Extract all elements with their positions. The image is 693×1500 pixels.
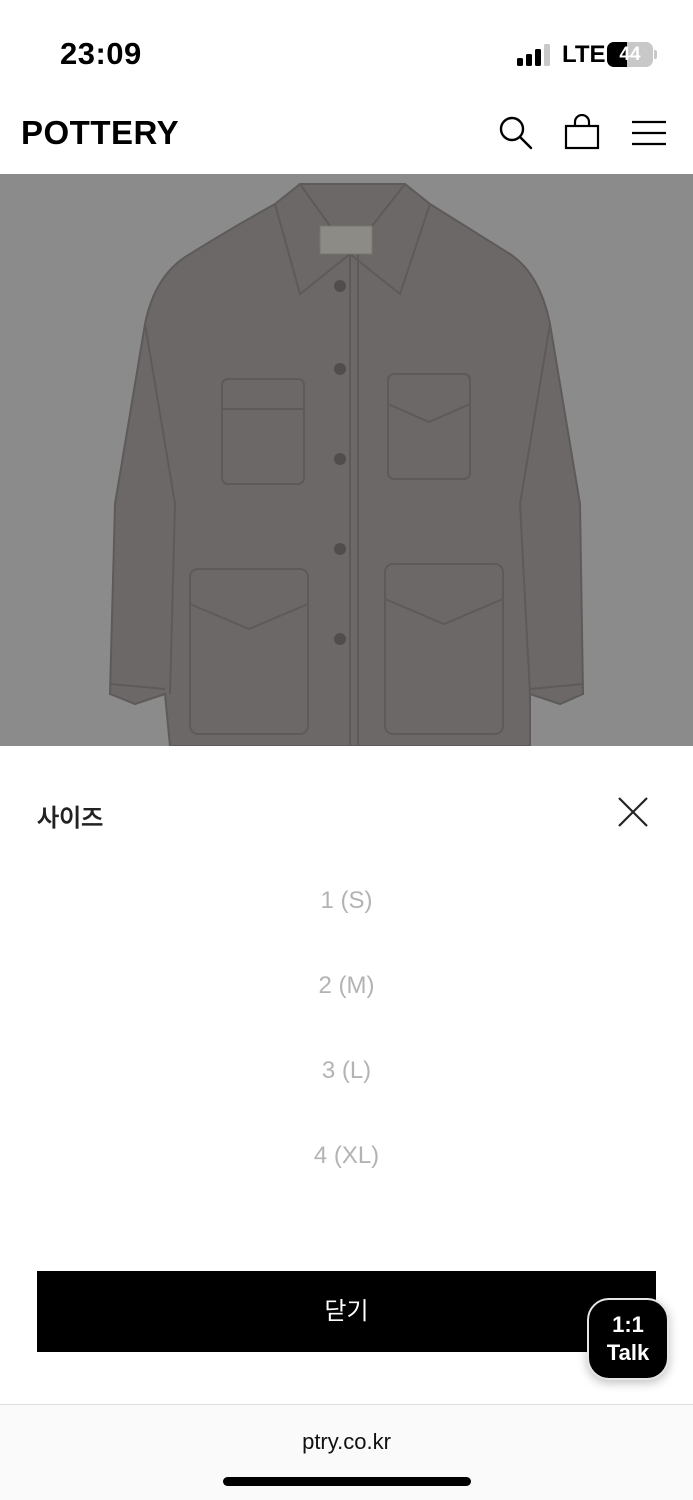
- battery-percent: 44: [619, 44, 641, 65]
- talk-chat-button[interactable]: 1:1 Talk: [587, 1298, 669, 1380]
- battery-icon: 44: [607, 42, 657, 67]
- sheet-title: 사이즈: [37, 804, 104, 832]
- size-option-s[interactable]: 1 (S): [0, 858, 693, 943]
- signal-icon: [517, 44, 553, 66]
- talk-line-1: 1:1: [612, 1312, 644, 1337]
- search-icon[interactable]: [497, 114, 533, 150]
- shopping-bag-icon[interactable]: [564, 114, 600, 150]
- status-time: 23:09: [60, 36, 142, 71]
- modal-backdrop[interactable]: [0, 174, 693, 746]
- size-option-l[interactable]: 3 (L): [0, 1028, 693, 1113]
- size-bottom-sheet: 사이즈 1 (S) 2 (M) 3 (L) 4 (XL) 닫기: [0, 746, 693, 1404]
- size-option-xl[interactable]: 4 (XL): [0, 1113, 693, 1198]
- talk-line-2: Talk: [606, 1340, 650, 1365]
- url-text[interactable]: ptry.co.kr: [0, 1429, 693, 1455]
- site-header: POTTERY: [0, 100, 693, 174]
- site-logo[interactable]: POTTERY: [21, 114, 179, 152]
- close-icon[interactable]: [616, 795, 650, 829]
- network-type: LTE: [562, 41, 606, 68]
- browser-address-bar: ptry.co.kr: [0, 1404, 693, 1500]
- size-option-list: 1 (S) 2 (M) 3 (L) 4 (XL): [0, 858, 693, 1198]
- status-bar: 23:09 LTE 44: [0, 0, 693, 100]
- size-option-m[interactable]: 2 (M): [0, 943, 693, 1028]
- home-indicator[interactable]: [223, 1477, 471, 1486]
- close-button[interactable]: 닫기: [37, 1271, 656, 1352]
- menu-icon[interactable]: [631, 114, 667, 150]
